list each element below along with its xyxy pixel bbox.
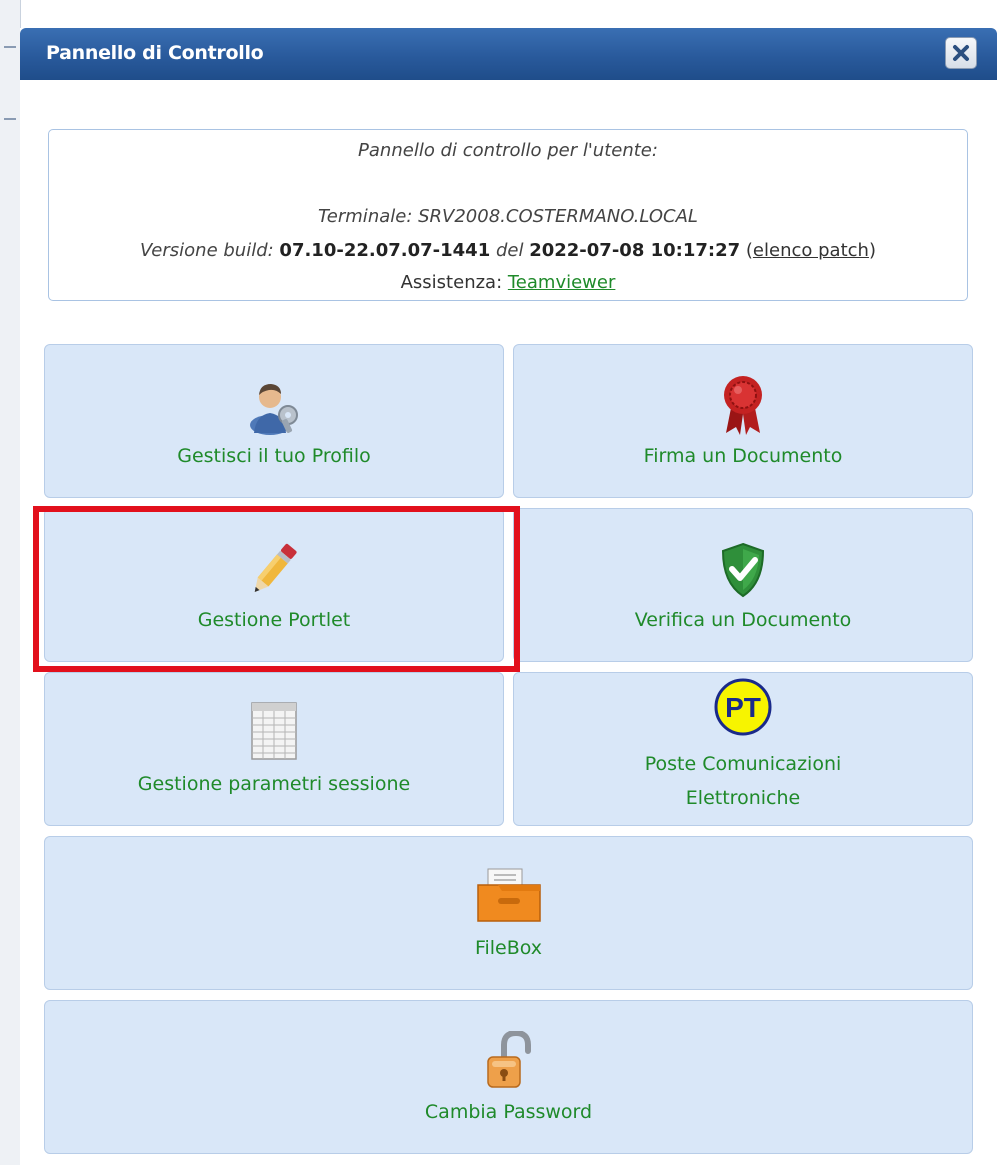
- pencil-icon: [254, 543, 297, 592]
- seal-ribbon-icon: [724, 376, 762, 435]
- assist-line: Assistenza: Teamviewer: [49, 272, 967, 293]
- tile-label: Gestione Portlet: [197, 609, 351, 631]
- user-line: Pannello di controllo per l'utente:: [358, 140, 658, 161]
- control-panel-dialog: Pannello di Controllo Pannello di contro…: [20, 28, 997, 1165]
- dialog-titlebar[interactable]: Pannello di Controllo: [20, 28, 997, 80]
- svg-text:PT: PT: [725, 692, 761, 723]
- tile-filebox[interactable]: FileBox: [44, 836, 973, 990]
- del-label: del: [495, 240, 524, 261]
- tile-poste-communications[interactable]: PT Poste Comunicazioni Elettroniche: [513, 672, 973, 826]
- teamviewer-link[interactable]: Teamviewer: [508, 272, 616, 293]
- dialog-title: Pannello di Controllo: [46, 42, 264, 64]
- build-date: 2022-07-08 10:17:27: [529, 240, 741, 261]
- background-window-edge: [0, 0, 21, 1165]
- build-line: Versione build: 07.10-22.07.07-1441 del …: [49, 240, 967, 261]
- build-label: Versione build:: [140, 240, 274, 261]
- unlocked-padlock-icon: [486, 1031, 531, 1088]
- tile-label: Gestisci il tuo Profilo: [177, 445, 371, 467]
- tile-verify-document[interactable]: Verifica un Documento: [513, 508, 973, 662]
- filebox-icon: [476, 868, 541, 922]
- spreadsheet-icon: [251, 702, 297, 760]
- patch-close-paren: ): [868, 240, 876, 261]
- user-info-box: Pannello di controllo per l'utente: Term…: [48, 129, 968, 301]
- user-profile-icon: [250, 384, 298, 435]
- assist-label: Assistenza:: [400, 272, 503, 293]
- tile-label-line2: Elettroniche: [685, 787, 801, 809]
- tile-label: Gestione parametri sessione: [137, 773, 411, 795]
- tile-label: FileBox: [474, 937, 543, 959]
- tile-manage-portlet[interactable]: Gestione Portlet: [44, 508, 504, 662]
- terminal-line: Terminale: SRV2008.COSTERMANO.LOCAL: [318, 206, 698, 227]
- close-button[interactable]: [945, 37, 977, 69]
- patch-open-paren: (: [745, 240, 753, 261]
- shield-check-icon: [721, 542, 765, 598]
- build-value: 07.10-22.07.07-1441: [279, 240, 491, 261]
- tile-session-parameters[interactable]: Gestione parametri sessione: [44, 672, 504, 826]
- tile-manage-profile[interactable]: Gestisci il tuo Profilo: [44, 344, 504, 498]
- tile-change-password[interactable]: Cambia Password: [44, 1000, 973, 1154]
- close-icon: [953, 45, 969, 61]
- tile-label: Verifica un Documento: [634, 609, 852, 631]
- tile-label: Cambia Password: [424, 1101, 593, 1123]
- tile-sign-document[interactable]: Firma un Documento: [513, 344, 973, 498]
- patch-list-link[interactable]: elenco patch: [753, 240, 869, 261]
- tile-label: Firma un Documento: [643, 445, 843, 467]
- tile-label-line1: Poste Comunicazioni: [644, 753, 842, 775]
- poste-pt-icon: PT: [714, 678, 772, 736]
